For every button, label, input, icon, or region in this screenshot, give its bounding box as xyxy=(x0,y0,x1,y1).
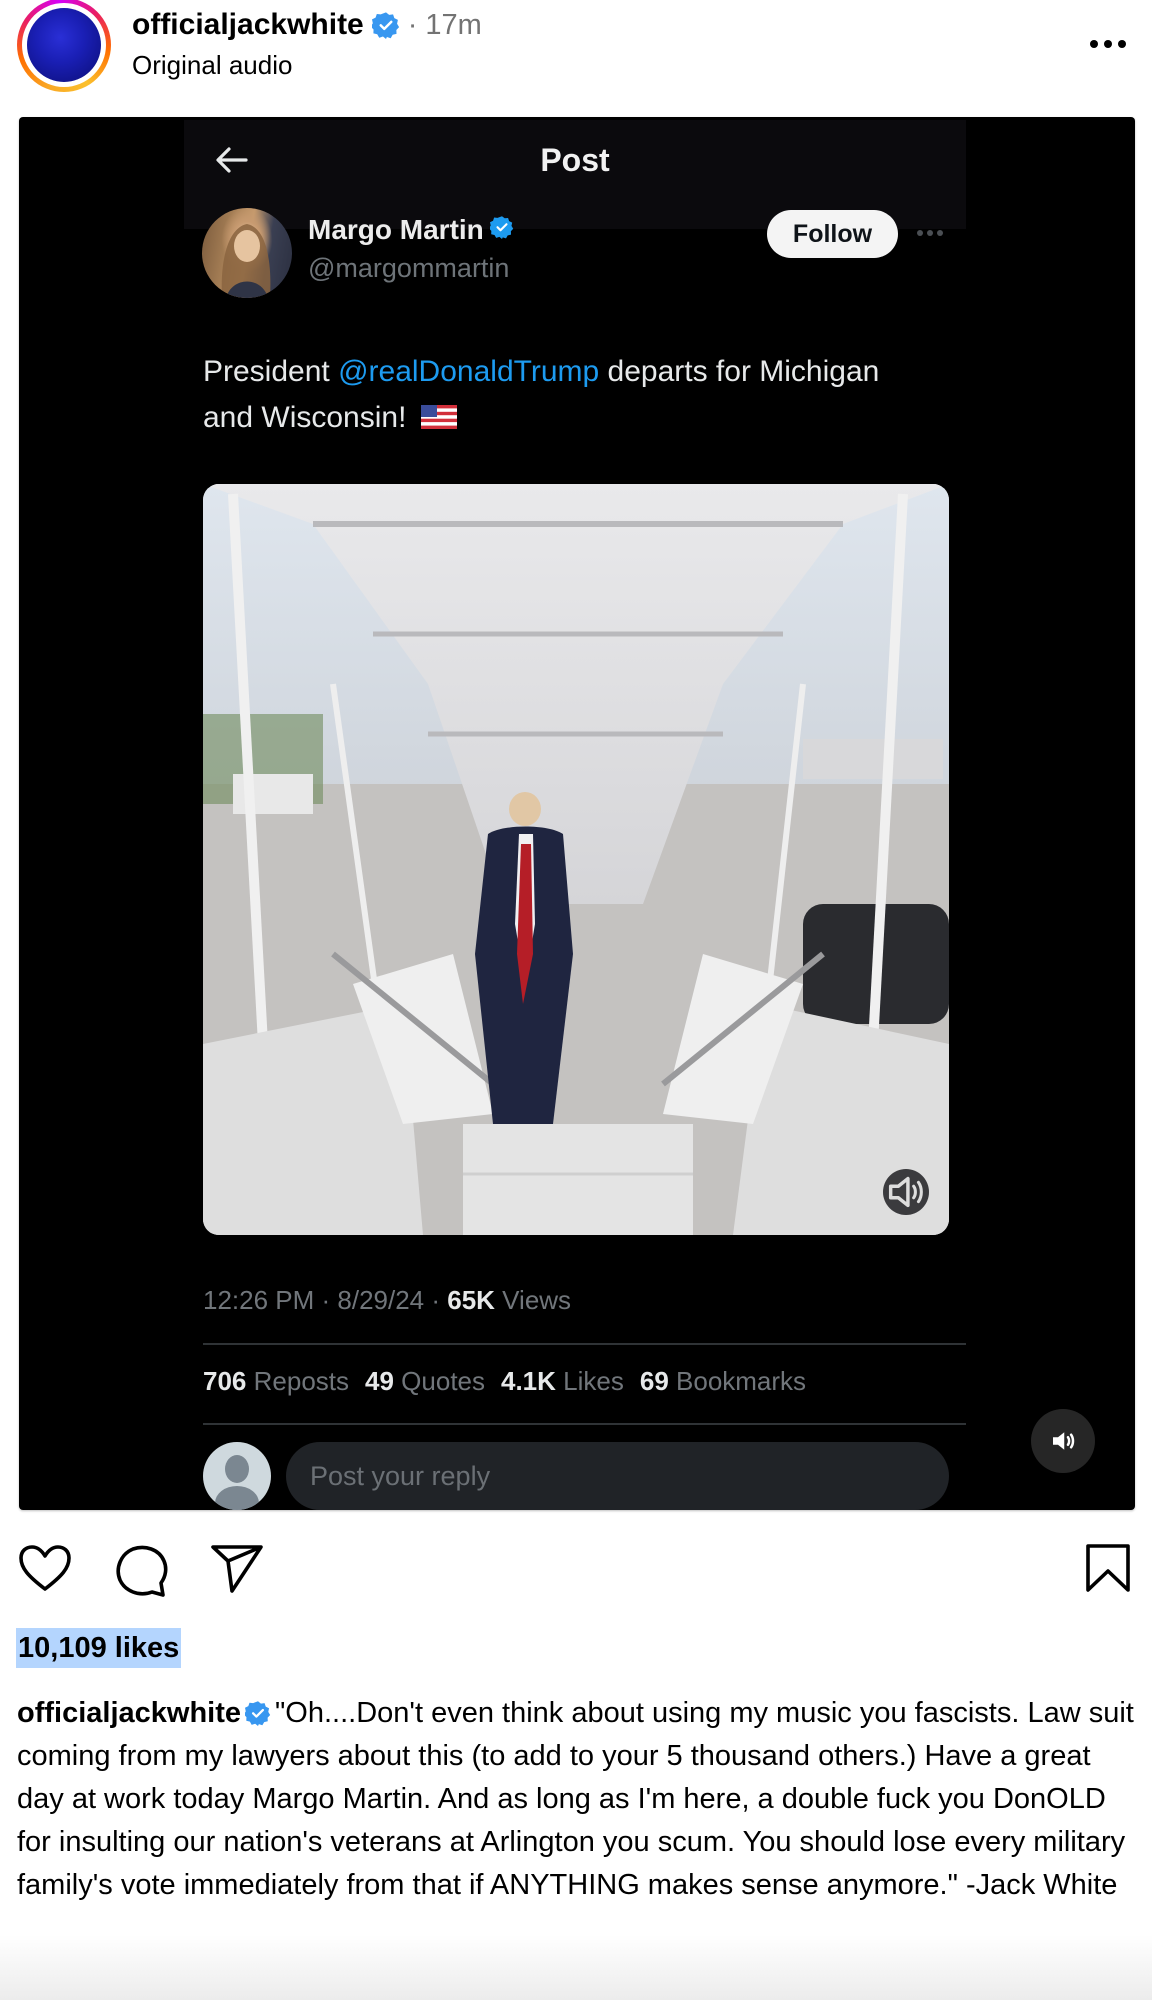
username-link[interactable]: officialjackwhite xyxy=(132,8,364,42)
stat-likes: 4.1K Likes xyxy=(501,1366,624,1396)
tweet-text: President @realDonaldTrump departs for M… xyxy=(203,349,903,441)
caption-username[interactable]: officialjackwhite xyxy=(17,1697,241,1729)
tweet-author-handle: @margommartin xyxy=(308,253,510,283)
follow-button: Follow xyxy=(767,210,898,258)
share-button[interactable] xyxy=(210,1543,264,1595)
divider xyxy=(203,1343,966,1345)
dot-icon xyxy=(1118,40,1126,48)
post-caption: officialjackwhite "Oh....Don't even think… xyxy=(17,1692,1137,1907)
timestamp-text: 12:26 PM · 8/29/24 · xyxy=(203,1285,448,1315)
divider xyxy=(203,1423,966,1425)
verified-badge-icon xyxy=(371,11,400,39)
post-time: 17m xyxy=(425,8,482,41)
save-button[interactable] xyxy=(1082,1543,1134,1595)
verified-badge-icon xyxy=(488,214,514,246)
comment-icon xyxy=(116,1545,168,1597)
send-icon xyxy=(211,1545,263,1593)
tweet-timestamp: 12:26 PM · 8/29/24 · 65K Views xyxy=(203,1285,571,1316)
reply-input xyxy=(286,1442,949,1510)
x-screen-title: Post xyxy=(540,142,610,178)
tweet-video-thumbnail xyxy=(203,484,949,1235)
likes-count[interactable]: 10,109 likes xyxy=(16,1628,182,1668)
tweet-mention: @realDonaldTrump xyxy=(338,355,600,388)
tweet-author-name: Margo Martin xyxy=(308,214,514,246)
tweet-text-start: President xyxy=(203,355,339,388)
stat-reposts: 706 Reposts xyxy=(203,1366,350,1396)
bottom-fade xyxy=(0,1935,1152,2000)
views-label: Views xyxy=(494,1285,572,1315)
reply-avatar-icon xyxy=(203,1442,271,1510)
tweet-author-avatar xyxy=(202,208,292,298)
author-name-text: Margo Martin xyxy=(308,214,484,245)
us-flag-icon xyxy=(420,397,457,429)
views-count: 65K xyxy=(447,1285,495,1315)
stat-bookmarks: 69 Bookmarks xyxy=(639,1366,807,1396)
tweet-more-icon xyxy=(917,230,943,236)
heart-icon xyxy=(19,1545,71,1591)
profile-avatar[interactable] xyxy=(17,0,111,92)
avatar-image xyxy=(27,8,101,82)
dot-icon xyxy=(1090,40,1098,48)
dot-icon xyxy=(1104,40,1112,48)
video-player[interactable]: Post Margo Martin @margommartin Follow P… xyxy=(19,117,1135,1510)
bookmark-icon xyxy=(1086,1544,1130,1592)
audio-toggle-button[interactable] xyxy=(1031,1409,1095,1473)
comment-button[interactable] xyxy=(114,1543,168,1597)
stat-quotes: 49 Quotes xyxy=(365,1366,485,1396)
post-separator: · xyxy=(407,8,418,41)
verified-badge-icon xyxy=(245,1700,271,1726)
more-options-button[interactable] xyxy=(1086,34,1130,54)
tweet-stats: 706 Reposts 49 Quotes 4.1K Likes 69 Book… xyxy=(203,1366,806,1397)
like-button[interactable] xyxy=(18,1543,72,1595)
video-mute-button xyxy=(883,1169,929,1215)
audio-link[interactable]: Original audio xyxy=(132,50,292,81)
post-header-user: officialjackwhite · 17m xyxy=(132,8,482,42)
